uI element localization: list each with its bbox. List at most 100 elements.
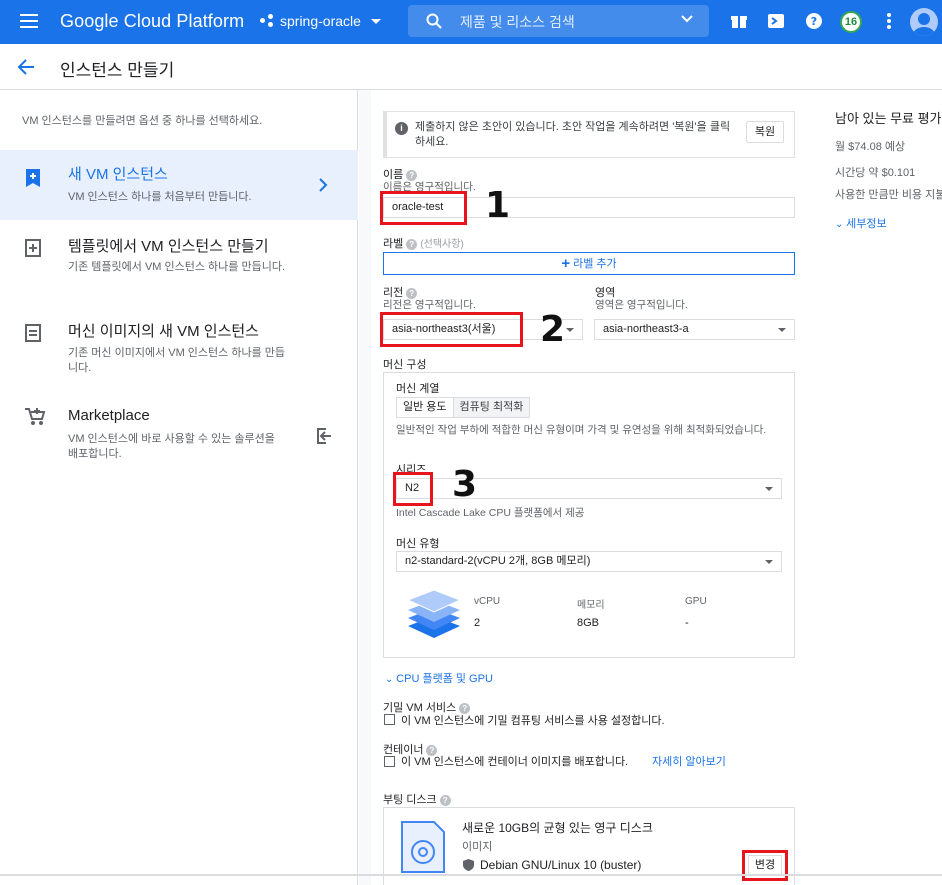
option-desc: VM 인스턴스에 바로 사용할 수 있는 솔루션을 배포합니다. [68, 433, 275, 460]
shield-icon [463, 859, 474, 871]
confidential-checkbox[interactable] [384, 714, 395, 725]
machine-family-label: 머신 계열 [396, 383, 440, 395]
window-bottom-edge [0, 874, 942, 876]
help-icon[interactable]: ? [406, 238, 418, 250]
creation-options-panel: VM 인스턴스를 만들려면 옵션 중 하나를 선택하세요. 새 VM 인스턴스 … [0, 90, 358, 885]
chevron-down-icon [370, 18, 381, 24]
boot-disk-label: 부팅 디스크? [383, 791, 451, 807]
svg-text:?: ? [811, 15, 817, 28]
more-vert-icon[interactable] [880, 12, 898, 30]
dropdown-arrow-icon [778, 328, 786, 332]
search-input[interactable]: 제품 및 리소스 검색 [408, 5, 709, 37]
option-title: 새 VM 인스턴스 [68, 166, 168, 183]
highlight-box [393, 472, 433, 506]
machine-family-tabs: 일반 용도 컴퓨팅 최적화 [396, 397, 531, 418]
gift-icon[interactable] [730, 12, 748, 30]
menu-icon[interactable] [20, 14, 38, 28]
tab-general-purpose[interactable]: 일반 용도 [397, 398, 454, 417]
option-desc: 기존 템플릿에서 VM 인스턴스 하나를 만듭니다. [68, 261, 285, 273]
option-title: 템플릿에서 VM 인스턴스 만들기 [68, 238, 269, 255]
tab-compute-optimized[interactable]: 컴퓨팅 최적화 [453, 398, 530, 417]
option-desc: VM 인스턴스 하나를 처음부터 만듭니다. [68, 191, 252, 203]
chevron-down-icon[interactable] [681, 15, 693, 23]
restore-button[interactable]: 복원 [746, 121, 784, 143]
disk-image-label: 이미지 [462, 841, 493, 853]
option-title: 머신 이미지의 새 VM 인스턴스 [68, 323, 259, 340]
draft-notice: i 제출하지 않은 초안이 있습니다. 초안 작업을 계속하려면 '복원'을 클… [383, 111, 795, 158]
highlight-box [380, 191, 467, 225]
plus-icon: + [561, 255, 571, 272]
draft-notice-text: 제출하지 않은 초안이 있습니다. 초안 작업을 계속하려면 '복원'을 클릭하… [415, 121, 731, 148]
pricing-panel [810, 90, 942, 885]
spec-gpu-value: - [685, 617, 689, 629]
machine-image-icon [25, 324, 41, 342]
pricing-monthly: 월 $74.08 예상 [835, 141, 906, 153]
page-header: 인스턴스 만들기 [0, 44, 942, 90]
avatar[interactable] [910, 8, 938, 36]
option-desc: 기존 머신 이미지에서 VM 인스턴스 하나를 만듭니다. [68, 347, 285, 374]
project-name: spring-oracle [280, 13, 361, 29]
dropdown-arrow-icon [566, 328, 574, 332]
confidential-text: 이 VM 인스턴스에 기밀 컴퓨팅 서비스를 사용 설정합니다. [401, 715, 665, 727]
option-from-template[interactable]: 템플릿에서 VM 인스턴스 만들기 기존 템플릿에서 VM 인스턴스 하나를 만… [0, 230, 358, 300]
page-title: 인스턴스 만들기 [60, 61, 175, 80]
brand-title[interactable]: Google Cloud Platform [60, 11, 244, 32]
notification-badge[interactable]: 16 [840, 11, 862, 33]
disk-image: Debian GNU/Linux 10 (buster) [480, 858, 642, 872]
annotation-number: 3 [452, 464, 478, 505]
details-expander[interactable]: ⌄ 세부정보 [835, 215, 887, 231]
machine-type-label: 머신 유형 [396, 538, 440, 550]
zone-sub: 영역은 영구적입니다. [595, 299, 688, 311]
info-icon: i [395, 122, 408, 135]
help-icon[interactable]: ? [439, 794, 451, 806]
project-selector[interactable]: spring-oracle [260, 13, 381, 29]
machine-type-select[interactable]: n2-standard-2(vCPU 2개, 8GB 메모리) [396, 551, 782, 572]
container-checkbox[interactable] [384, 756, 395, 767]
spec-vcpu-value: 2 [474, 617, 481, 629]
chevron-double-down-icon: ⌄ [835, 219, 847, 230]
top-bar: Google Cloud Platform spring-oracle 제품 및… [0, 0, 942, 44]
add-label-button[interactable]: + 라벨 추가 [383, 252, 795, 275]
machine-config-label: 머신 구성 [383, 359, 427, 371]
highlight-box [380, 312, 523, 347]
machine-stack-icon [406, 589, 462, 638]
option-machine-image[interactable]: 머신 이미지의 새 VM 인스턴스 기존 머신 이미지에서 VM 인스턴스 하나… [0, 317, 358, 387]
spec-memory-value: 8GB [577, 617, 600, 629]
search-icon [426, 13, 442, 29]
highlight-box [742, 850, 788, 881]
chevron-double-down-icon: ⌄ [385, 674, 397, 685]
cpu-gpu-expander[interactable]: ⌄ CPU 플랫폼 및 GPU [385, 670, 493, 686]
spec-memory-header: 메모리 [577, 600, 605, 611]
family-desc: 일반적인 작업 부하에 적합한 머신 유형이며 가격 및 유연성을 위해 최적화… [396, 424, 767, 436]
search-placeholder: 제품 및 리소스 검색 [460, 14, 575, 30]
zone-select[interactable]: asia-northeast3-a [594, 319, 795, 340]
series-sub: Intel Cascade Lake CPU 플랫폼에서 제공 [396, 507, 585, 519]
chevron-right-icon [319, 178, 328, 192]
cloud-shell-icon[interactable] [767, 12, 785, 30]
labels-label: 라벨? (선택사항) [383, 238, 464, 250]
back-arrow-icon[interactable] [16, 58, 36, 76]
pricing-title: 남아 있는 무료 평가판 [835, 111, 942, 126]
learn-more-link[interactable]: 자세히 알아보기 [652, 753, 726, 769]
options-intro: VM 인스턴스를 만들려면 옵션 중 하나를 선택하세요. [22, 115, 263, 127]
project-icon [260, 14, 274, 28]
open-external-icon [317, 428, 331, 444]
dropdown-arrow-icon [765, 487, 773, 491]
cart-icon [25, 408, 46, 425]
bookmark-plus-icon [26, 169, 40, 187]
pricing-hourly: 시간당 약 $0.101 [835, 167, 916, 179]
option-new-vm[interactable]: 새 VM 인스턴스 VM 인스턴스 하나를 처음부터 만듭니다. [0, 150, 358, 220]
dropdown-arrow-icon [765, 560, 773, 564]
region-sub: 리전은 영구적입니다. [383, 299, 476, 311]
pricing-usage: 사용한 만큼만 비용 지불 [835, 189, 942, 201]
disk-icon [401, 821, 445, 873]
spec-vcpu-header: vCPU [474, 596, 501, 607]
option-title: Marketplace [68, 407, 150, 424]
template-icon [25, 239, 41, 257]
help-icon[interactable]: ? [805, 12, 823, 30]
annotation-number: 2 [540, 309, 566, 350]
spec-gpu-header: GPU [685, 596, 707, 607]
container-text: 이 VM 인스턴스에 컨테이너 이미지를 배포합니다. [401, 756, 629, 768]
disk-title: 새로운 10GB의 균형 있는 영구 디스크 [462, 821, 653, 835]
option-marketplace[interactable]: Marketplace VM 인스턴스에 바로 사용할 수 있는 솔루션을 배포… [0, 403, 358, 473]
